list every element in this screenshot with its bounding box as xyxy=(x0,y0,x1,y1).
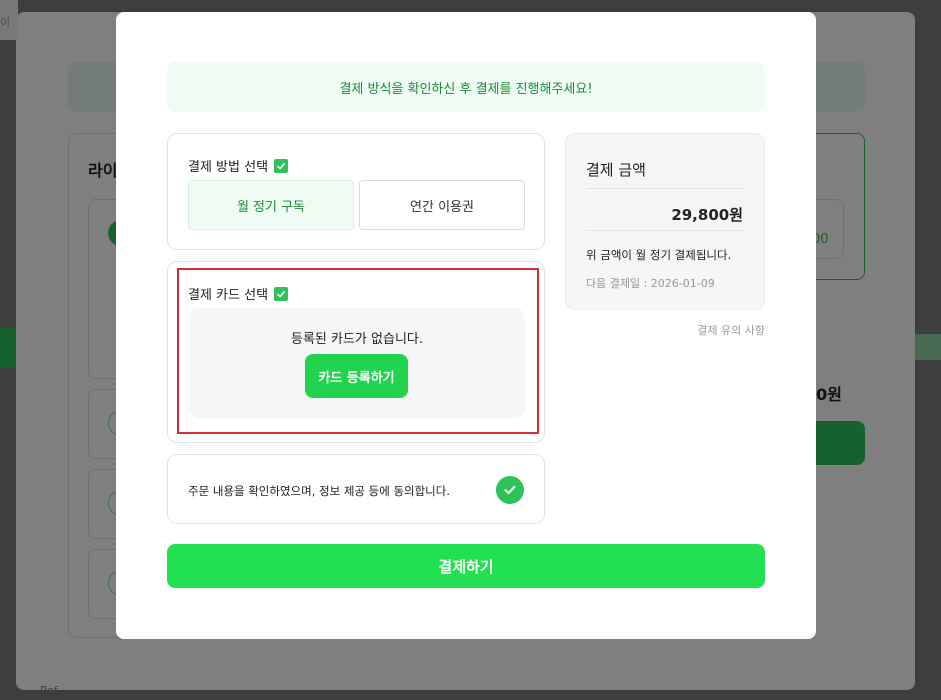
amount-title: 결제 금액 xyxy=(586,161,646,179)
divider xyxy=(586,188,744,189)
register-card-button[interactable]: 카드 등록하기 xyxy=(305,354,408,398)
agreement-card: 주문 내용을 확인하였으며, 정보 제공 등에 동의합니다. xyxy=(167,454,545,524)
amount-value: 29,800원 xyxy=(671,206,743,224)
payment-card-title: 결제 카드 선택 xyxy=(188,284,289,303)
payment-method-title: 결제 방법 선택 xyxy=(188,156,289,175)
notice-text: 결제 방식을 확인하신 후 결제를 진행해주세요! xyxy=(339,81,593,97)
check-circle-icon[interactable] xyxy=(496,476,524,504)
pay-button-label: 결제하기 xyxy=(438,558,494,576)
option-monthly-subscription[interactable]: 월 정기 구독 xyxy=(188,180,354,230)
pay-button[interactable]: 결제하기 xyxy=(167,544,765,588)
next-payment-date: 다음 결제일 : 2026-01-09 xyxy=(586,277,715,290)
agreement-text: 주문 내용을 확인하였으며, 정보 제공 등에 동의합니다. xyxy=(188,484,451,498)
payment-method-title-text: 결제 방법 선택 xyxy=(188,160,269,175)
amount-summary: 결제 금액 29,800원 위 금액이 월 정기 결제됩니다. 다음 결제일 :… xyxy=(565,133,765,310)
check-square-icon xyxy=(274,158,289,173)
notice-banner: 결제 방식을 확인하신 후 결제를 진행해주세요! xyxy=(167,62,765,112)
check-square-icon xyxy=(274,286,289,301)
payment-card-title-text: 결제 카드 선택 xyxy=(188,288,269,303)
option-label: 연간 이용권 xyxy=(410,199,474,215)
payment-notice-link[interactable]: 결제 유의 사항 xyxy=(697,322,765,338)
payment-method-card: 결제 방법 선택 월 정기 구독 연간 이용권 xyxy=(167,133,545,250)
register-card-label: 카드 등록하기 xyxy=(318,370,395,386)
no-card-message: 등록된 카드가 없습니다. xyxy=(291,332,423,347)
payment-card-card: 결제 카드 선택 등록된 카드가 없습니다. 카드 등록하기 xyxy=(167,261,545,443)
amount-description: 위 금액이 월 정기 결제됩니다. xyxy=(586,248,732,262)
option-label: 월 정기 구독 xyxy=(236,199,306,215)
option-annual-pass[interactable]: 연간 이용권 xyxy=(359,180,525,230)
payment-modal: 결제 방식을 확인하신 후 결제를 진행해주세요! 결제 방법 선택 월 정기 … xyxy=(116,12,816,639)
divider xyxy=(586,230,744,231)
card-empty-box: 등록된 카드가 없습니다. 카드 등록하기 xyxy=(189,308,525,418)
